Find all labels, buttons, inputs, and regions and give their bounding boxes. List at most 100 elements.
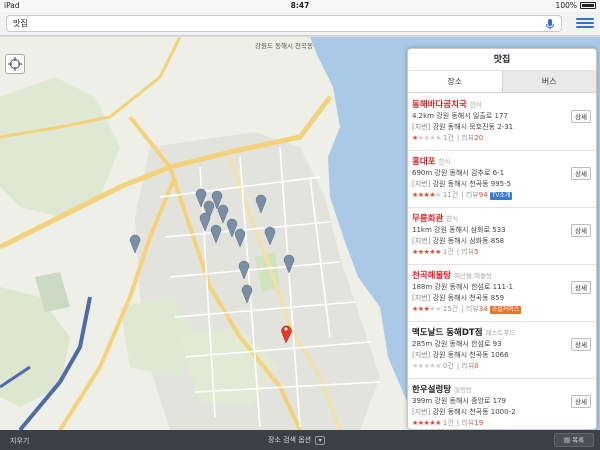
- result-jibun-address: [지번] 강원 동해시 삼화동 858: [412, 236, 592, 247]
- result-jibun-address: [지번] 강원 동해시 묵호진동 2-31: [412, 122, 592, 133]
- result-distance: 4.2km: [412, 112, 435, 120]
- result-distance: 399m: [412, 397, 433, 405]
- result-distance: 285m: [412, 340, 433, 348]
- result-badge: 소셜커머스: [489, 306, 522, 314]
- list-item[interactable]: 천곡해물탕 해산물,해물탕 188m 강원 동해시 한섬로 111-1 [지번] 강원…: [408, 265, 596, 322]
- list-button[interactable]: ▤ 목록: [554, 433, 594, 447]
- result-road: 강원 동해시 삼화로 533: [434, 226, 506, 234]
- tab-bus[interactable]: 버스: [501, 71, 596, 92]
- tab-places[interactable]: 장소: [408, 71, 502, 92]
- jibun-tag: [지번]: [412, 237, 431, 245]
- result-road: 강원 동해시 일출로 177: [436, 112, 508, 120]
- result-jibun-address: [지번] 강원 동해시 천곡동 995-5: [412, 179, 592, 190]
- result-badge: TV소개: [489, 192, 513, 200]
- result-name[interactable]: 무릉회관: [412, 214, 443, 224]
- result-jibun-address: [지번] 강원 동해시 천곡동 1066: [412, 350, 592, 361]
- detail-button[interactable]: 상세: [571, 338, 591, 351]
- result-jibun: 강원 동해시 천곡동 1000-2: [432, 408, 516, 416]
- jibun-tag: [지번]: [412, 408, 431, 416]
- jibun-tag: [지번]: [412, 351, 431, 359]
- result-count: 15건: [442, 305, 459, 313]
- result-road: 강원 동해시 한섬로 93: [434, 340, 502, 348]
- result-reviews: | 리뷰19: [456, 419, 484, 427]
- result-count: 1건: [442, 248, 454, 256]
- tab-bar: 장소 버스: [408, 71, 596, 93]
- result-distance: 11km: [412, 226, 432, 234]
- jibun-tag: [지번]: [412, 123, 431, 131]
- crosshair-icon: [8, 57, 22, 71]
- result-reviews: | 리뷰94: [461, 191, 488, 199]
- result-name[interactable]: 동해바다곰치국: [412, 100, 467, 110]
- clock: 8:47: [290, 1, 310, 10]
- result-road: 강원 동해시 감추로 6-1: [434, 169, 505, 177]
- result-name[interactable]: 한우설렁탕: [412, 385, 451, 395]
- result-name-row: 맥도날드 동해DT점 패스트푸드: [412, 326, 592, 338]
- result-road-address: 4.2km 강원 동해시 일출로 177: [412, 111, 592, 122]
- jibun-tag: [지번]: [412, 180, 431, 188]
- map-region-label: 강원도 동해시 천곡동: [255, 42, 313, 50]
- result-road: 강원 동해시 한섬로 111-1: [434, 283, 513, 291]
- result-name[interactable]: 천곡해물탕: [412, 271, 451, 281]
- result-road-address: 399m 강원 동해시 중앙로 179: [412, 396, 592, 407]
- result-count: 1건: [442, 419, 454, 427]
- result-jibun-address: [지번] 강원 동해시 천곡동 1000-2: [412, 407, 592, 418]
- result-rating: ★★★★★ 11건 | 리뷰94 TV소개: [412, 190, 592, 201]
- jibun-tag: [지번]: [412, 294, 431, 302]
- result-name-row: 동해바다곰치국 한식: [412, 98, 592, 110]
- battery-status: 100%: [556, 1, 596, 10]
- result-jibun: 강원 동해시 천곡동 995-5: [432, 180, 512, 188]
- result-reviews: | 리뷰5: [456, 248, 479, 256]
- star-rating-icon: ★★★★★: [412, 248, 441, 256]
- detail-button[interactable]: 상세: [571, 281, 591, 294]
- detail-button[interactable]: 상세: [571, 395, 591, 408]
- detail-button[interactable]: 상세: [571, 224, 591, 237]
- detail-button[interactable]: 상세: [571, 167, 591, 180]
- bottom-toolbar: 지우기 장소 검색 옵션 ▾ ▤ 목록: [0, 430, 600, 450]
- star-rating-icon: ★★★★★: [412, 419, 441, 427]
- list-item[interactable]: 한우설렁탕 설렁탕 399m 강원 동해시 중앙로 179 [지번] 강원 동해시 천…: [408, 379, 596, 429]
- star-rating-icon: ★★★★★: [412, 305, 441, 313]
- result-road-address: 11km 강원 동해시 삼화로 533: [412, 225, 592, 236]
- star-rating-icon: ★★★★★: [412, 191, 441, 199]
- list-item[interactable]: 홍대포 한식 690m 강원 동해시 감추로 6-1 [지번] 강원 동해시 천곡동 …: [408, 151, 596, 208]
- result-category: 패스트푸드: [485, 329, 516, 337]
- result-distance: 188m: [412, 283, 433, 291]
- result-road-address: 285m 강원 동해시 한섬로 93: [412, 339, 592, 350]
- result-name-row: 한우설렁탕 설렁탕: [412, 383, 592, 395]
- result-count: 11건: [442, 191, 459, 199]
- result-reviews: | 리뷰20: [456, 134, 484, 142]
- result-category: 한식: [446, 215, 459, 223]
- battery-icon: [580, 2, 596, 9]
- menu-button[interactable]: [576, 16, 594, 31]
- search-input[interactable]: [13, 17, 533, 30]
- result-name[interactable]: 맥도날드 동해DT점: [412, 328, 483, 338]
- result-jibun: 강원 동해시 천곡동 1066: [432, 351, 509, 359]
- result-reviews: | 리뷰34: [461, 305, 488, 313]
- search-box: [6, 15, 562, 32]
- list-item[interactable]: 맥도날드 동해DT점 패스트푸드 285m 강원 동해시 한섬로 93 [지번] 강원…: [408, 322, 596, 379]
- list-item[interactable]: 동해바다곰치국 한식 4.2km 강원 동해시 일출로 177 [지번] 강원 동해시…: [408, 94, 596, 151]
- result-rating: ★★★★★ 1건 | 리뷰5: [412, 247, 592, 258]
- search-bar: [0, 12, 600, 36]
- result-category: 해산물,해물탕: [454, 272, 493, 280]
- result-jibun: 강원 동해시 천곡동 859: [432, 294, 505, 302]
- result-rating: ★★★★★ 1건 | 리뷰20: [412, 133, 592, 144]
- result-category: 한식: [469, 101, 482, 109]
- result-jibun: 강원 동해시 삼화동 858: [432, 237, 505, 245]
- search-options-button[interactable]: 장소 검색 옵션 ▾: [268, 435, 326, 445]
- search-options-label: 장소 검색 옵션: [268, 436, 312, 444]
- battery-percent: 100%: [555, 1, 577, 10]
- result-road: 강원 동해시 중앙로 179: [434, 397, 506, 405]
- result-count: 0건: [442, 362, 454, 370]
- result-name-row: 홍대포 한식: [412, 155, 592, 167]
- current-location-button[interactable]: [5, 54, 25, 74]
- detail-button[interactable]: 상세: [571, 110, 591, 123]
- result-distance: 690m: [412, 169, 433, 177]
- result-name[interactable]: 홍대포: [412, 157, 435, 167]
- clear-button[interactable]: 지우기: [10, 436, 29, 446]
- list-item[interactable]: 무릉회관 한식 11km 강원 동해시 삼화로 533 [지번] 강원 동해시 삼화동…: [408, 208, 596, 265]
- status-bar: iPad 8:47 100%: [0, 0, 600, 12]
- result-rating: ★★★★★ 1건 | 리뷰19: [412, 418, 592, 429]
- microphone-icon[interactable]: [544, 18, 556, 30]
- list-button-label: 목록: [572, 436, 585, 444]
